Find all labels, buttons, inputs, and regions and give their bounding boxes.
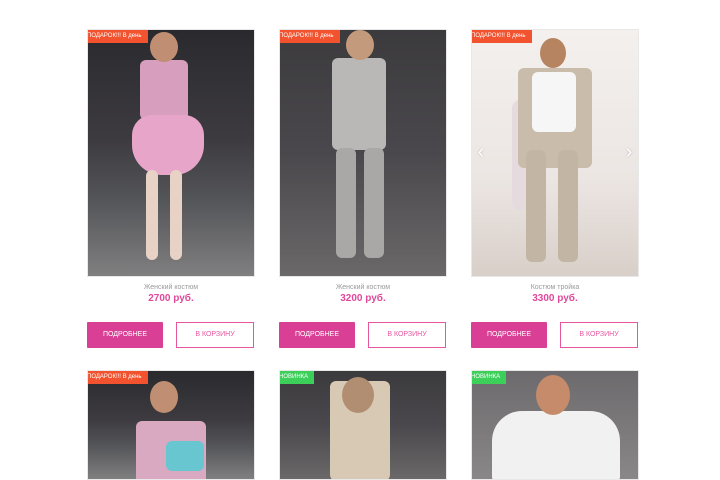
promo-badge: ПОДАРОК!!! В день	[88, 371, 148, 384]
add-to-cart-button[interactable]: В КОРЗИНУ	[176, 322, 254, 348]
product-price: 3300 руб.	[532, 293, 578, 304]
product-photo[interactable]: ПОДАРОК!!! В день	[87, 370, 255, 480]
product-price: 3200 руб.	[340, 293, 386, 304]
chevron-right-icon[interactable]: ›	[622, 142, 636, 162]
product-card: НОВИНКА	[471, 370, 639, 480]
product-price: 2700 руб.	[148, 293, 194, 304]
promo-badge: ПОДАРОК!!! В день	[472, 30, 532, 43]
new-badge: НОВИНКА	[472, 371, 507, 384]
add-to-cart-button[interactable]: В КОРЗИНУ	[368, 322, 446, 348]
new-badge: НОВИНКА	[280, 371, 315, 384]
product-card: ПОДАРОК!!! В день Женский костюм 3200 ру…	[279, 29, 447, 348]
product-title[interactable]: Женский костюм	[279, 283, 447, 292]
product-card: ПОДАРОК!!! В день ‹ › Костюм тройка 3300…	[471, 29, 639, 348]
product-photo[interactable]: ПОДАРОК!!! В день ‹ ›	[471, 29, 639, 277]
product-card: ПОДАРОК!!! В день Женский костюм 2700 ру…	[87, 29, 255, 348]
product-card: ПОДАРОК!!! В день	[87, 370, 255, 480]
promo-badge: ПОДАРОК!!! В день	[88, 30, 148, 43]
product-title[interactable]: Костюм тройка	[471, 283, 639, 292]
product-title[interactable]: Женский костюм	[87, 283, 255, 292]
chevron-left-icon[interactable]: ‹	[474, 142, 488, 162]
product-photo[interactable]: НОВИНКА	[279, 370, 447, 480]
add-to-cart-button[interactable]: В КОРЗИНУ	[560, 322, 638, 348]
promo-badge: ПОДАРОК!!! В день	[280, 30, 340, 43]
product-photo[interactable]: НОВИНКА	[471, 370, 639, 480]
details-button[interactable]: ПОДРОБНЕЕ	[87, 322, 163, 348]
product-card: НОВИНКА	[279, 370, 447, 480]
details-button[interactable]: ПОДРОБНЕЕ	[471, 322, 547, 348]
product-grid: ПОДАРОК!!! В день Женский костюм 2700 ру…	[0, 0, 720, 480]
product-photo[interactable]: ПОДАРОК!!! В день	[87, 29, 255, 277]
details-button[interactable]: ПОДРОБНЕЕ	[279, 322, 355, 348]
product-photo[interactable]: ПОДАРОК!!! В день	[279, 29, 447, 277]
